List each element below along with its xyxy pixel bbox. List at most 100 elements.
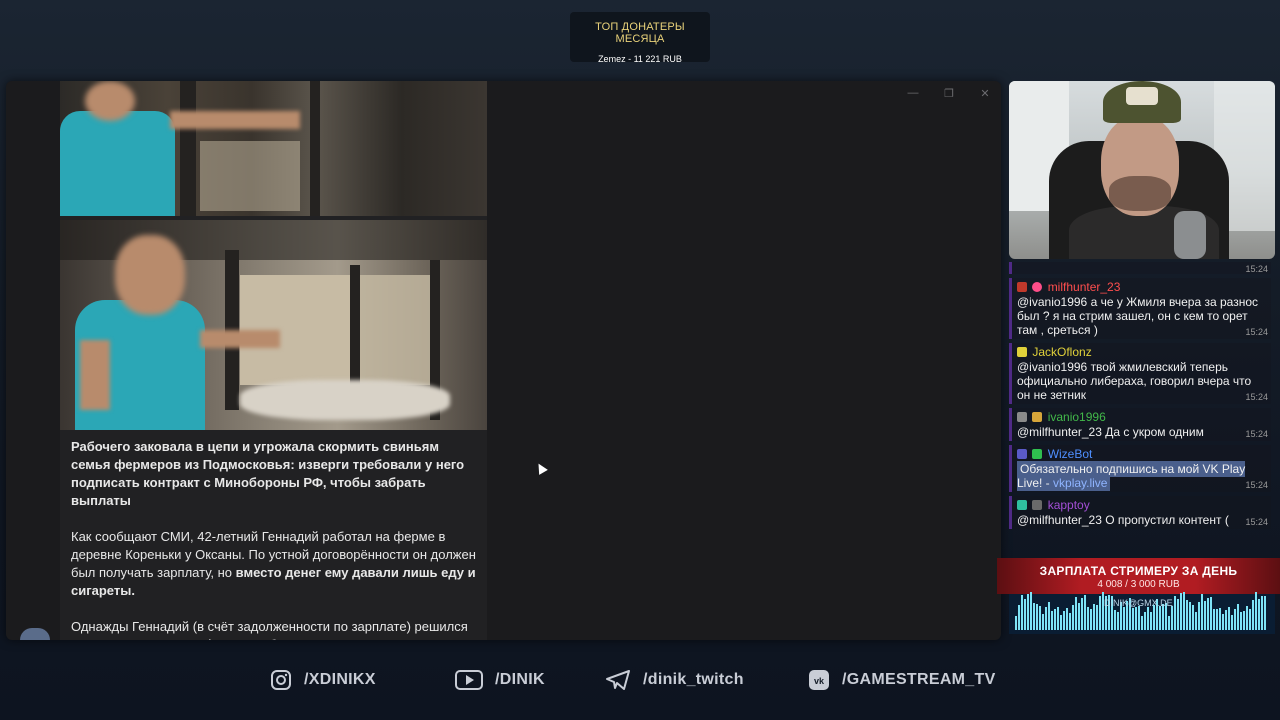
main-window: — ❐ ✕ Рабочего заковала в цепи и угрожал… — [6, 81, 1001, 640]
post-paragraph-3: Однажды Геннадий (в счёт задолженности п… — [71, 619, 468, 640]
chat-text: @milfhunter_23 Да с укром одним — [1017, 425, 1204, 439]
chat-message: JackOflonz @ivanio1996 твой жмилевский т… — [1009, 343, 1271, 404]
chat-username[interactable]: kapptoy — [1017, 498, 1266, 513]
fire-badge-icon — [1032, 412, 1043, 422]
equalizer-bar — [1240, 612, 1242, 630]
social-label: /GAMESTREAM_TV — [842, 671, 996, 688]
equalizer-bar — [1135, 607, 1137, 630]
check-badge-icon — [1032, 449, 1043, 459]
post-photo-bottom[interactable] — [60, 220, 487, 430]
equalizer-bar — [1204, 601, 1206, 630]
chat-time: 15:24 — [1245, 392, 1268, 402]
social-vk[interactable]: vk /GAMESTREAM_TV — [808, 669, 996, 691]
equalizer-bar — [1039, 606, 1041, 630]
social-telegram[interactable]: /dinik_twitch — [605, 669, 744, 691]
chat-text: @milfhunter_23 О пропустил контент ( — [1017, 513, 1229, 527]
salary-widget: ЗАРПЛАТА СТРИМЕРУ ЗА ДЕНЬ 4 008 / 3 000 … — [997, 558, 1280, 594]
equalizer-bar — [1186, 600, 1188, 630]
equalizer-bar — [1063, 611, 1065, 630]
equalizer-bar — [1201, 594, 1203, 630]
equalizer-bar — [1114, 610, 1116, 630]
equalizer-bar — [1231, 615, 1233, 630]
vk-icon: vk — [808, 669, 830, 691]
chat-username-text: WizeBot — [1047, 447, 1093, 461]
equalizer-bar — [1243, 611, 1245, 630]
equalizer-bar — [1030, 592, 1032, 630]
equalizer-bar — [1096, 605, 1098, 630]
restore-icon[interactable]: ❐ — [943, 87, 955, 100]
equalizer-bar — [1021, 595, 1023, 630]
social-links: /XDINIKX /DINIK /dinik_twitch vk /GAMEST… — [0, 669, 1280, 697]
social-label: /XDINIKX — [304, 671, 376, 688]
equalizer-bar — [1099, 596, 1101, 630]
chat-text: @ivanio1996 а че у Жмиля вчера за разнос… — [1017, 295, 1259, 337]
chat-message: kapptoy @milfhunter_23 О пропустил конте… — [1009, 496, 1271, 529]
social-instagram[interactable]: /XDINIKX — [270, 669, 376, 691]
equalizer-bar — [1132, 608, 1134, 630]
badge-icon — [1017, 347, 1027, 357]
equalizer-bar — [1174, 596, 1176, 630]
equalizer-bar — [1090, 609, 1092, 630]
chat-link[interactable]: vkplay.live — [1053, 476, 1107, 490]
chat-username-text: milfhunter_23 — [1047, 280, 1121, 294]
chat-username[interactable]: WizeBot — [1017, 447, 1266, 462]
equalizer-bar — [1168, 616, 1170, 630]
chat-message-partial: 15:24 — [1009, 262, 1271, 274]
equalizer-bar — [1051, 611, 1053, 630]
chat-time: 15:24 — [1245, 327, 1268, 337]
equalizer-bar — [1018, 605, 1020, 630]
equalizer-bar — [1264, 596, 1266, 630]
avatar[interactable] — [20, 628, 50, 640]
chat-time: 15:24 — [1245, 517, 1268, 527]
svg-text:vk: vk — [814, 676, 825, 686]
post-paragraph-2: Как сообщают СМИ, 42-летний Геннадий раб… — [71, 528, 477, 600]
equalizer-bar — [1084, 595, 1086, 630]
close-icon[interactable]: ✕ — [979, 87, 991, 100]
equalizer-bar — [1087, 607, 1089, 630]
equalizer-bar — [1180, 593, 1182, 630]
equalizer-bar — [1042, 614, 1044, 630]
chat-username[interactable]: milfhunter_23 — [1017, 280, 1266, 295]
chat-username[interactable]: ivanio1996 — [1017, 410, 1266, 425]
chat-text: @ivanio1996 твой жмилевский теперь офици… — [1017, 360, 1252, 402]
equalizer-bar — [1069, 613, 1071, 630]
equalizer-bar — [1219, 608, 1221, 630]
equalizer-bar — [1207, 598, 1209, 630]
equalizer-bar — [1054, 609, 1056, 630]
donation-email: DINIK@GMX.DE — [1104, 598, 1173, 608]
equalizer-bar — [1123, 607, 1125, 630]
chat-message: ivanio1996 @milfhunter_23 Да с укром одн… — [1009, 408, 1271, 441]
heart-badge-icon — [1032, 282, 1043, 292]
social-label: /dinik_twitch — [643, 671, 744, 688]
equalizer-bar — [1216, 609, 1218, 630]
equalizer-bar — [1261, 596, 1263, 630]
equalizer-bar — [1015, 616, 1017, 630]
equalizer-bar — [1183, 592, 1185, 630]
equalizer-bar — [1072, 605, 1074, 630]
telegram-icon — [605, 669, 631, 691]
equalizer-bar — [1255, 592, 1257, 630]
chat-message: milfhunter_23 @ivanio1996 а че у Жмиля в… — [1009, 278, 1271, 339]
equalizer-bar — [1027, 594, 1029, 630]
post-photo-top[interactable] — [60, 81, 487, 216]
salary-title: ЗАРПЛАТА СТРИМЕРУ ЗА ДЕНЬ — [1039, 564, 1238, 578]
mute-badge-icon — [1032, 500, 1043, 510]
audio-equalizer: DINIK@GMX.DE — [1009, 592, 1275, 634]
social-youtube[interactable]: /DINIK — [455, 669, 545, 691]
equalizer-bar — [1033, 603, 1035, 630]
chat-text: Обязательно подпишись на мой VK Play Liv… — [1017, 461, 1266, 491]
equalizer-bar — [1138, 606, 1140, 630]
chat-username[interactable]: JackOflonz — [1017, 345, 1266, 360]
equalizer-bar — [1228, 607, 1230, 630]
social-label: /DINIK — [495, 671, 545, 688]
badge-icon — [1017, 449, 1027, 459]
news-post: Рабочего заковала в цепи и угрожала скор… — [60, 81, 487, 640]
equalizer-bar — [1141, 616, 1143, 630]
chat-time: 15:24 — [1245, 480, 1268, 490]
equalizer-bar — [1093, 604, 1095, 630]
equalizer-bar — [1246, 606, 1248, 630]
salary-value: 4 008 / 3 000 RUB — [1097, 579, 1180, 590]
minimize-icon[interactable]: — — [907, 87, 919, 100]
equalizer-bar — [1213, 609, 1215, 630]
equalizer-bar — [1225, 610, 1227, 630]
